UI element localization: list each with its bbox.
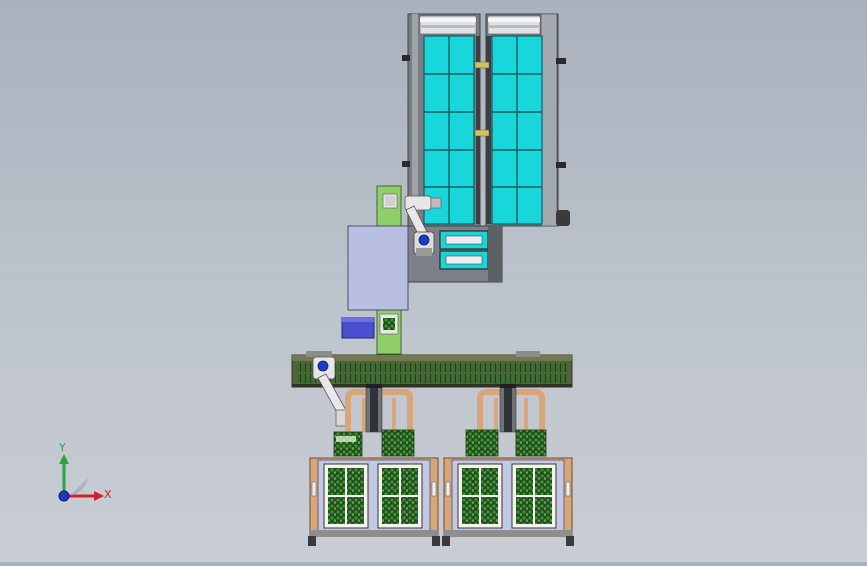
x-axis-label: X (104, 488, 112, 501)
control-cabinet (347, 225, 409, 311)
tray-magazine-right (474, 13, 570, 227)
tray-grid-right (491, 35, 543, 225)
tray-magazine-left (402, 13, 481, 227)
pallet-frame-right (442, 457, 574, 546)
x-axis-arrowhead (94, 491, 104, 501)
plant-stack-group (333, 429, 547, 457)
assembly-drawing (291, 13, 574, 546)
gantry-right (477, 383, 545, 433)
gantry-left (345, 383, 413, 433)
y-axis-arrowhead (59, 454, 69, 464)
z-axis-dot (58, 490, 70, 502)
y-axis-label: Y (58, 441, 66, 454)
tray-grid-left (423, 35, 475, 225)
cad-viewport[interactable]: Y X (0, 0, 867, 562)
coordinate-triad-icon[interactable]: Y X (40, 438, 120, 518)
indigo-module (341, 317, 375, 339)
pallet-frame-left (308, 457, 440, 546)
rotation-arc (70, 478, 88, 496)
